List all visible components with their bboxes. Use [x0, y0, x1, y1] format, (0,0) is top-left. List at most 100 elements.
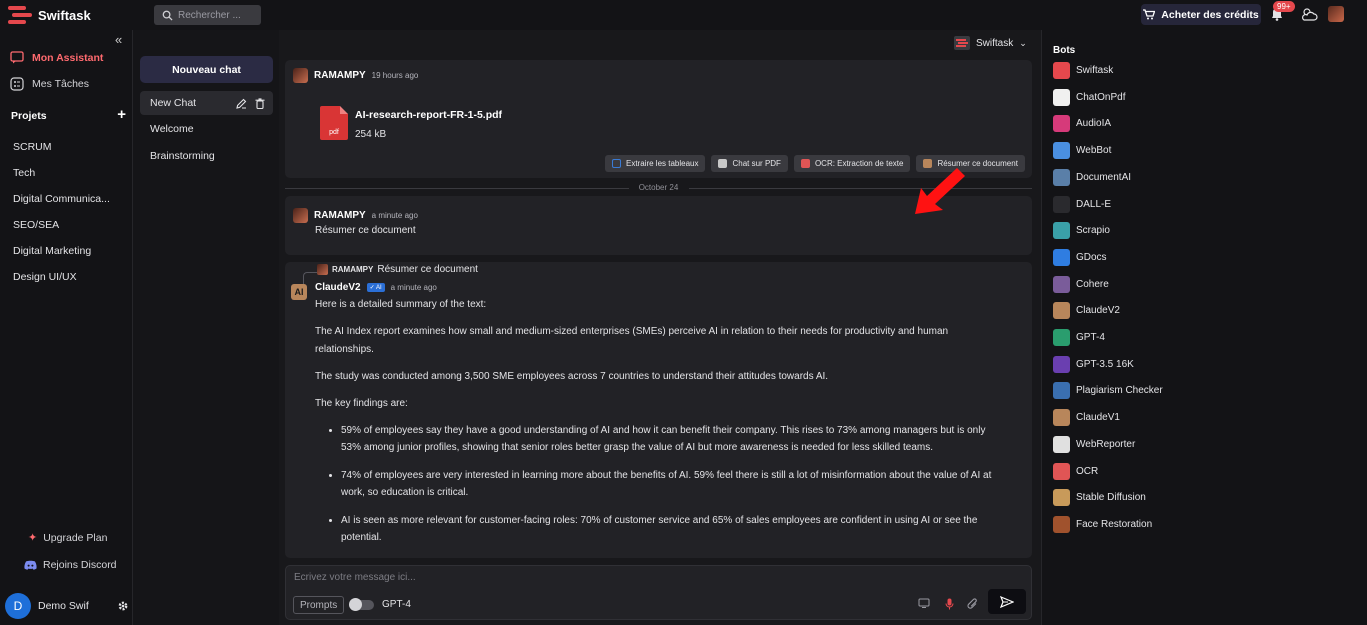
swiftask-icon — [1053, 62, 1070, 79]
paragraph: Here is a detailed summary of the text: — [315, 299, 487, 310]
buy-credits-button[interactable]: Acheter des crédits — [1141, 4, 1261, 25]
app-logo[interactable]: Swiftask — [8, 6, 91, 24]
table-icon — [612, 159, 621, 168]
message-composer[interactable]: Ecrivez votre message ici... Prompts GPT… — [285, 565, 1032, 620]
bot-label: GDocs — [1076, 251, 1107, 263]
avatar — [293, 208, 308, 223]
chat-pdf-button[interactable]: Chat sur PDF — [711, 155, 788, 172]
webreporter-icon — [1053, 435, 1070, 453]
chat-item-label: Welcome — [150, 123, 194, 135]
search-icon — [162, 10, 173, 21]
action-label: Chat sur PDF — [732, 159, 781, 168]
verified-badge: ✓ AI — [366, 283, 385, 292]
chat-item[interactable]: Welcome — [140, 117, 273, 141]
bot-item[interactable]: DALL-E — [1053, 195, 1112, 213]
nav-mon-assistant[interactable]: Mon Assistant — [10, 51, 103, 64]
bot-label: Face Restoration — [1076, 518, 1153, 530]
bot-item[interactable]: Plagiarism Checker — [1053, 382, 1163, 400]
bot-item[interactable]: Swiftask — [1053, 62, 1113, 79]
reply-reference[interactable]: RAMAMPY Résumer ce document — [317, 264, 478, 275]
project-item[interactable]: Digital Communica... — [13, 193, 123, 205]
bot-item[interactable]: GPT-4 — [1053, 329, 1105, 346]
list-item: 74% of employees are very interested in … — [341, 467, 1005, 502]
collapse-sidebar-icon[interactable]: « — [115, 32, 122, 47]
scrapio-icon — [1053, 222, 1070, 240]
project-item[interactable]: Design UI/UX — [13, 271, 123, 283]
bot-selector[interactable]: Swiftask ⌄ — [954, 36, 1027, 50]
bot-item[interactable]: AudioIA — [1053, 115, 1111, 133]
bot-item[interactable]: WebReporter — [1053, 435, 1135, 453]
screen-share-icon[interactable] — [918, 598, 930, 608]
bot-item[interactable]: OCR — [1053, 462, 1098, 480]
nav-mes-taches[interactable]: Mes Tâches — [10, 77, 89, 91]
microphone-icon[interactable] — [945, 598, 954, 610]
bot-item[interactable]: Cohere — [1053, 275, 1109, 293]
edit-icon[interactable] — [236, 98, 247, 109]
file-size: 254 kB — [355, 129, 387, 140]
chat-item-label: New Chat — [150, 97, 197, 109]
model-toggle[interactable] — [349, 598, 374, 611]
user-avatar-top[interactable] — [1328, 6, 1344, 22]
webbot-icon — [1053, 142, 1070, 160]
cart-icon — [1143, 9, 1156, 20]
bot-item[interactable]: Stable Diffusion — [1053, 489, 1146, 507]
bot-item[interactable]: DocumentAI — [1053, 168, 1131, 186]
chatonpdf-icon — [1053, 88, 1070, 106]
pdf-file-icon[interactable]: pdf — [320, 106, 348, 140]
send-button[interactable] — [988, 589, 1026, 614]
bot-item[interactable]: Face Restoration — [1053, 515, 1153, 533]
gpt-4-icon — [1053, 329, 1070, 346]
bot-label: DALL-E — [1076, 198, 1112, 210]
claudev1-icon — [1053, 409, 1070, 427]
upgrade-plan-button[interactable]: ✦ Upgrade Plan — [28, 531, 107, 545]
bot-item[interactable]: GPT-3.5 16K — [1053, 355, 1134, 373]
user-name: Demo Swif — [38, 600, 89, 612]
prompts-button[interactable]: Prompts — [293, 596, 345, 614]
swiftask-logo-icon — [8, 6, 32, 24]
bots-panel: Bots Swiftask ChatOnPdf AudioIA WebBot Docum… — [1041, 30, 1367, 625]
reply-author: RAMAMPY — [332, 265, 374, 274]
attachment-icon[interactable] — [967, 598, 979, 610]
bot-item[interactable]: WebBot — [1053, 142, 1111, 160]
reply-text: Résumer ce document — [377, 264, 478, 275]
trash-icon[interactable] — [255, 97, 265, 109]
bot-label: Plagiarism Checker — [1076, 385, 1163, 397]
extract-tables-button[interactable]: Extraire les tableaux — [605, 155, 706, 172]
chat-item-selected[interactable]: New Chat — [140, 91, 273, 115]
sparkle-icon: ✦ — [28, 532, 38, 544]
message-card: RAMAMPY 19 hours ago pdf AI-research-rep… — [285, 60, 1032, 178]
chat-item[interactable]: Brainstorming — [140, 144, 273, 168]
project-item[interactable]: SCRUM — [13, 141, 123, 153]
bot-label: Cohere — [1076, 278, 1109, 290]
user-profile[interactable]: D Demo Swif — [5, 593, 129, 619]
bot-item[interactable]: ChatOnPdf — [1053, 88, 1125, 106]
project-item[interactable]: SEO/SEA — [13, 219, 123, 231]
bot-item[interactable]: ClaudeV2 — [1053, 302, 1120, 320]
add-project-icon[interactable]: + — [117, 107, 126, 122]
message-time: a minute ago — [390, 283, 437, 292]
discord-icon — [24, 560, 37, 570]
chat-item-label: Brainstorming — [150, 150, 215, 162]
project-item[interactable]: Digital Marketing — [13, 245, 123, 257]
gear-icon[interactable] — [117, 600, 129, 612]
file-name[interactable]: AI-research-report-FR-1-5.pdf — [355, 109, 502, 121]
chatonpdf-icon — [718, 159, 728, 168]
bots-title: Bots — [1053, 45, 1076, 56]
discord-label: Rejoins Discord — [43, 559, 117, 571]
message-input[interactable]: Ecrivez votre message ici... — [294, 572, 416, 583]
search-input[interactable]: Rechercher ... — [154, 5, 261, 25]
discord-button[interactable]: Rejoins Discord — [24, 559, 117, 571]
project-item[interactable]: Tech — [13, 167, 123, 179]
bot-item[interactable]: Scrapio — [1053, 222, 1110, 240]
chat-main: Swiftask ⌄ RAMAMPY 19 hours ago pdf AI-r… — [279, 30, 1041, 625]
new-chat-button[interactable]: Nouveau chat — [140, 56, 273, 83]
bot-item[interactable]: ClaudeV1 — [1053, 409, 1120, 427]
paragraph: The key findings are: — [315, 397, 408, 409]
message-author: RAMAMPY — [314, 70, 366, 81]
ocr-button[interactable]: OCR: Extraction de texte — [793, 155, 911, 172]
gpt-3-5-16k-icon — [1053, 355, 1070, 373]
weather-icon[interactable] — [1300, 6, 1318, 22]
selected-bot-label: Swiftask — [976, 37, 1014, 49]
bot-item[interactable]: GDocs — [1053, 248, 1107, 266]
list-item: AI is seen as more relevant for customer… — [341, 512, 1005, 547]
